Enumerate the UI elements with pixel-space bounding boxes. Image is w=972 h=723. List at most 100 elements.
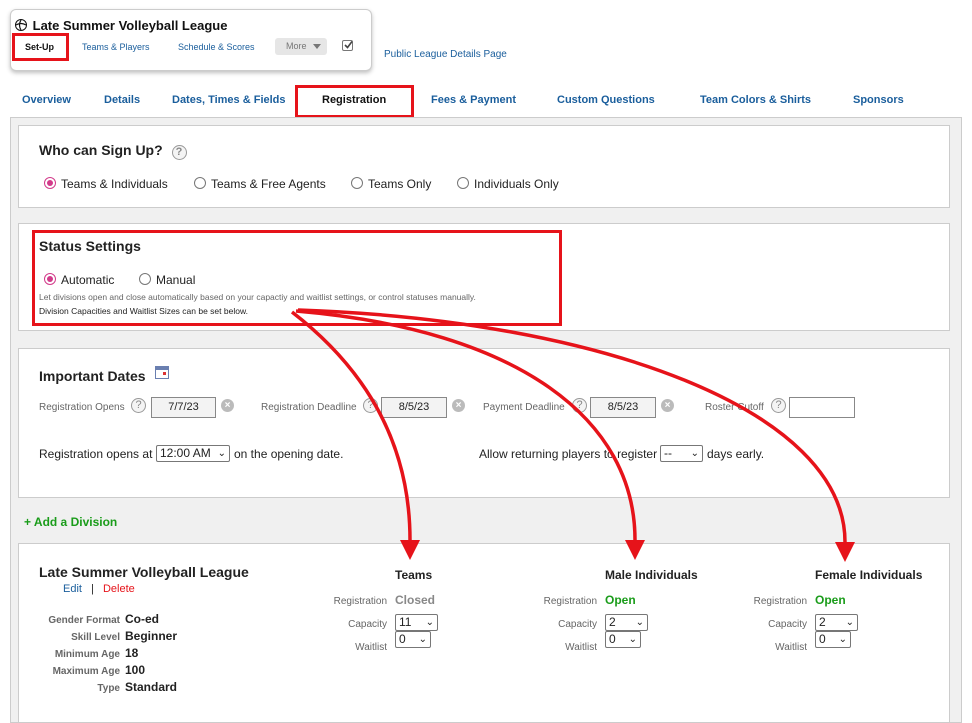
group-status: Open — [605, 593, 636, 607]
detail-value: Beginner — [125, 629, 178, 643]
signup-option-label: Teams Only — [368, 177, 432, 191]
tab-custom-questions[interactable]: Custom Questions — [557, 94, 655, 106]
reg-deadline-input[interactable]: 8/5/23 — [381, 397, 447, 418]
chevron-down-icon: ⌄ — [217, 448, 226, 459]
calendar-icon[interactable] — [155, 366, 170, 379]
signup-option-label: Teams & Free Agents — [211, 177, 326, 191]
signup-option-individuals-only[interactable]: Individuals Only — [457, 177, 559, 191]
detail-value: Co-ed — [125, 612, 159, 626]
reg-opens-input[interactable]: 7/7/23 — [151, 397, 216, 418]
payment-deadline-label: Payment Deadline — [483, 402, 565, 413]
division-actions: Edit | Delete — [63, 583, 135, 595]
subnav-teams-players-link[interactable]: Teams & Players — [82, 42, 150, 52]
signup-option-label: Teams & Individuals — [61, 177, 168, 191]
radio-icon[interactable] — [194, 177, 206, 189]
radio-icon[interactable] — [457, 177, 469, 189]
subnav-schedule-scores[interactable]: Schedule & Scores — [178, 42, 255, 52]
help-icon[interactable]: ? — [363, 398, 378, 413]
capacity-select[interactable]: 2 ⌄ — [815, 614, 858, 631]
tab-details[interactable]: Details — [104, 94, 140, 106]
detail-value: 100 — [125, 663, 146, 677]
clear-icon[interactable]: × — [661, 399, 674, 412]
capacity-value: 11 — [399, 615, 412, 629]
tab-team-colors-shirts[interactable]: Team Colors & Shirts — [700, 94, 811, 106]
chevron-down-icon: ⌄ — [628, 634, 637, 645]
edit-division-link[interactable]: Edit — [63, 583, 82, 595]
chevron-down-icon: ⌄ — [418, 634, 427, 645]
detail-value: Standard — [125, 680, 178, 694]
chevron-down-icon: ⌄ — [690, 448, 699, 459]
opens-at-select[interactable]: 12:00 AM ⌄ — [156, 445, 230, 462]
division-name: Late Summer Volleyball League — [39, 564, 249, 580]
more-dropdown[interactable]: More — [275, 38, 327, 55]
group-title: Teams — [395, 568, 433, 582]
highlight-status-settings — [32, 230, 562, 326]
public-league-link-text[interactable]: Public League Details Page — [384, 49, 507, 60]
detail-value: 18 — [125, 646, 139, 660]
waitlist-select[interactable]: 0 ⌄ — [605, 631, 641, 648]
capacity-value: 2 — [609, 615, 616, 629]
roster-cutoff-input[interactable] — [789, 397, 855, 418]
help-icon[interactable]: ? — [771, 398, 786, 413]
signup-panel: Who can Sign Up? ? Teams & Individuals T… — [18, 125, 950, 208]
clear-icon[interactable]: × — [221, 399, 234, 412]
caret-down-icon — [313, 44, 321, 49]
delete-division-link[interactable]: Delete — [103, 583, 135, 595]
payment-deadline-input[interactable]: 8/5/23 — [590, 397, 656, 418]
registration-label: Registration — [543, 596, 597, 607]
tab-overview[interactable]: Overview — [22, 94, 71, 106]
tab-fees-payment[interactable]: Fees & Payment — [431, 94, 516, 106]
registration-label: Registration — [333, 596, 387, 607]
waitlist-label: Waitlist — [355, 642, 387, 653]
radio-selected-icon[interactable] — [44, 177, 56, 189]
reg-deadline-label: Registration Deadline — [261, 402, 357, 413]
checkbox-icon[interactable] — [342, 40, 353, 51]
signup-option-teams-only[interactable]: Teams Only — [351, 177, 431, 191]
public-league-link[interactable]: Public League Details Page — [384, 49, 507, 60]
subnav-teams-players[interactable]: Teams & Players — [82, 42, 150, 52]
waitlist-select[interactable]: 0 ⌄ — [395, 631, 431, 648]
detail-row: Minimum Age 18 — [23, 646, 193, 663]
opens-at-pre-text: Registration opens at — [39, 447, 153, 461]
subnav-schedule-scores-link[interactable]: Schedule & Scores — [178, 42, 255, 52]
more-label: More — [286, 41, 307, 51]
dates-title: Important Dates — [39, 366, 170, 384]
registration-label: Registration — [753, 596, 807, 607]
radio-icon[interactable] — [351, 177, 363, 189]
clear-icon[interactable]: × — [452, 399, 465, 412]
signup-option-teams-individuals[interactable]: Teams & Individuals — [44, 177, 168, 191]
chevron-down-icon: ⌄ — [845, 617, 854, 628]
opens-at-value: 12:00 AM — [160, 446, 211, 460]
returning-days-select[interactable]: -- ⌄ — [660, 445, 703, 462]
waitlist-value: 0 — [399, 632, 406, 646]
returning-pre-text: Allow returning players to register — [479, 447, 658, 461]
division-details: Gender Format Co-ed Skill Level Beginner M… — [23, 612, 193, 697]
roster-cutoff-label: Roster Cutoff — [705, 402, 764, 413]
reg-opens-label: Registration Opens — [39, 402, 125, 413]
tab-dates-times-fields[interactable]: Dates, Times & Fields — [172, 94, 286, 106]
add-division-link[interactable]: + Add a Division — [24, 515, 117, 529]
group-status: Open — [815, 593, 846, 607]
capacity-select[interactable]: 11 ⌄ — [395, 614, 438, 631]
help-icon[interactable]: ? — [572, 398, 587, 413]
chevron-down-icon: ⌄ — [425, 617, 434, 628]
help-icon[interactable]: ? — [171, 145, 187, 160]
signup-option-teams-free-agents[interactable]: Teams & Free Agents — [194, 177, 326, 191]
league-title: Late Summer Volleyball League — [15, 18, 227, 33]
capacity-label: Capacity — [768, 619, 807, 630]
action-separator: | — [91, 583, 94, 595]
group-title: Male Individuals — [605, 568, 698, 582]
group-title: Female Individuals — [815, 568, 923, 582]
detail-label: Type — [97, 683, 120, 694]
waitlist-select[interactable]: 0 ⌄ — [815, 631, 851, 648]
signup-option-label: Individuals Only — [474, 177, 559, 191]
detail-row: Maximum Age 100 — [23, 663, 193, 680]
help-icon[interactable]: ? — [131, 398, 146, 413]
detail-label: Gender Format — [48, 615, 120, 626]
league-title-text: Late Summer Volleyball League — [32, 18, 228, 33]
tab-sponsors[interactable]: Sponsors — [853, 94, 904, 106]
capacity-select[interactable]: 2 ⌄ — [605, 614, 648, 631]
group-teams: Teams Registration Closed Capacity 11 ⌄ W… — [300, 567, 480, 667]
dates-title-text: Important Dates — [39, 368, 146, 384]
highlight-setup — [12, 33, 69, 61]
